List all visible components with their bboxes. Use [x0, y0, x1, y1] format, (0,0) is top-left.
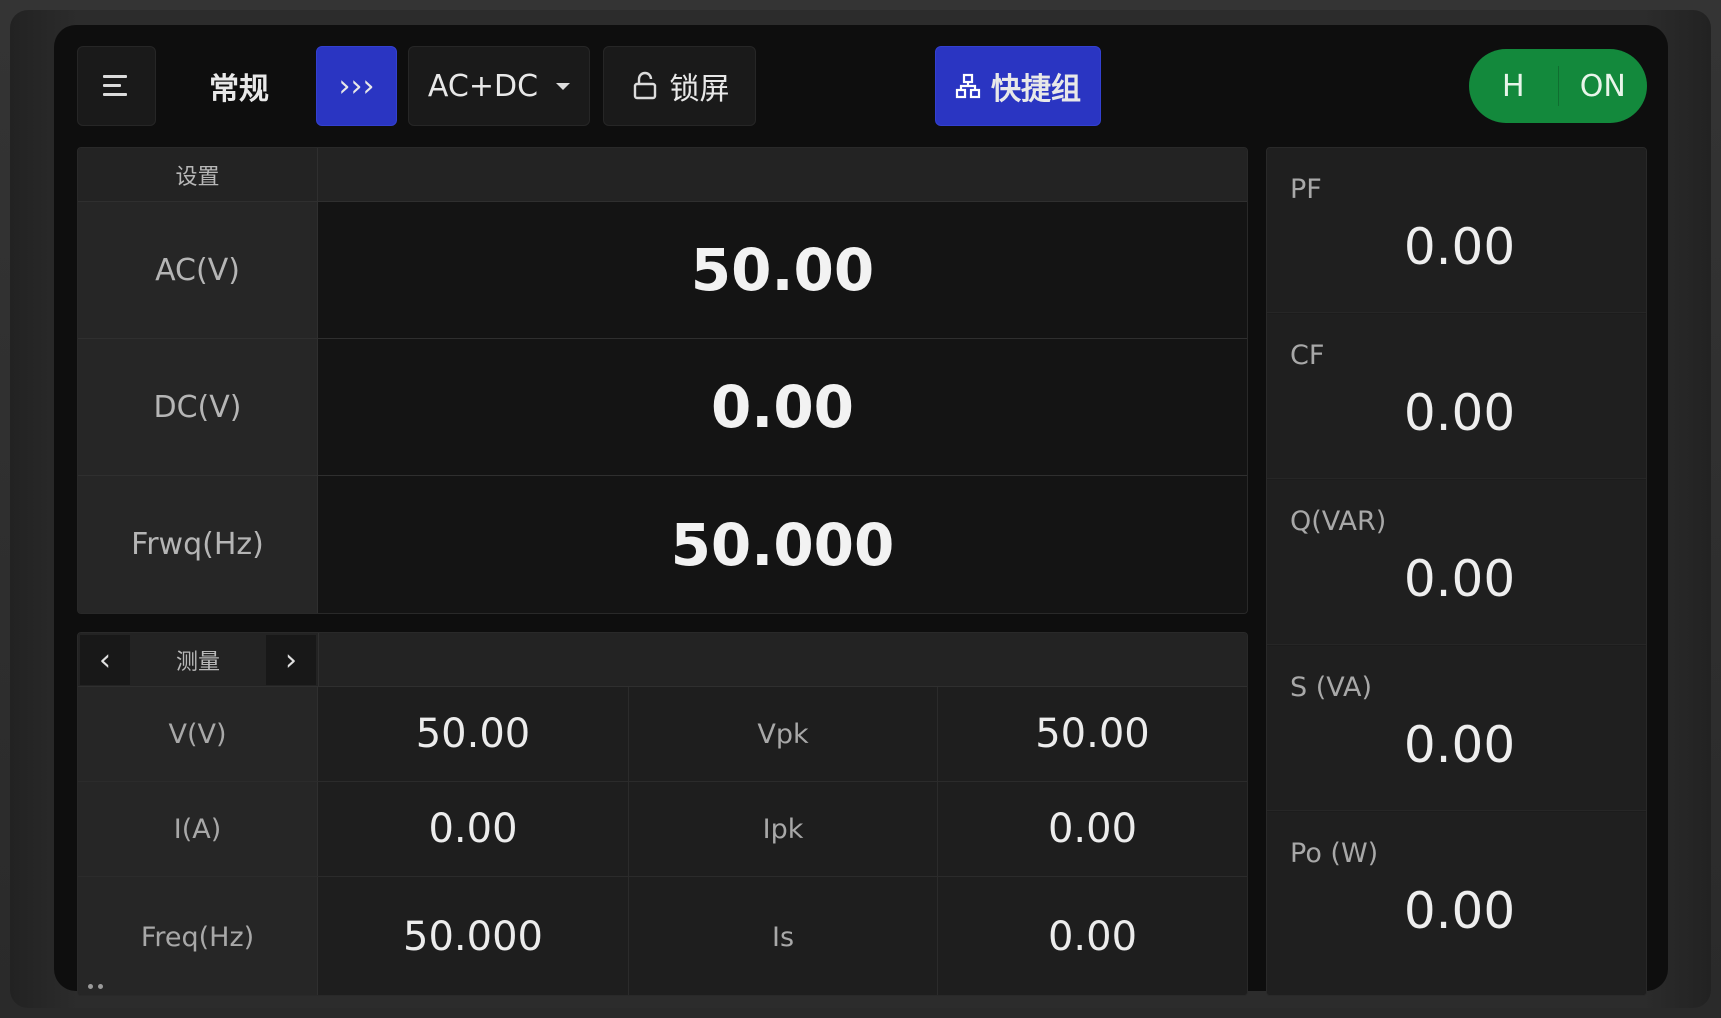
measure-value: 50.00	[318, 687, 629, 781]
measure-label: V(V)	[78, 687, 318, 781]
menu-icon	[102, 75, 131, 97]
setting-row-ac: AC(V) 50.00	[78, 202, 1247, 339]
prev-page-button[interactable]: ‹	[80, 635, 130, 685]
measurement-title: 测量	[175, 650, 220, 675]
measurement-row: Freq(Hz) 50.000 Is 0.00	[78, 877, 1247, 995]
measurement-panel: ‹ 测量 › V(V) 50.00 Vpk 50.00 I(A) 0.00 Ip…	[77, 632, 1248, 996]
dc-voltage-value[interactable]: 0.00	[318, 339, 1247, 475]
reading-label: Po (W)	[1290, 838, 1379, 869]
measure-label: Vpk	[629, 687, 938, 781]
measurement-row: I(A) 0.00 Ipk 0.00	[78, 782, 1247, 877]
lock-screen-button[interactable]: 锁屏	[603, 46, 756, 126]
caret-down-icon	[556, 82, 571, 90]
setting-row-dc: DC(V) 0.00	[78, 339, 1247, 476]
ac-voltage-value[interactable]: 50.00	[318, 202, 1247, 338]
mode-title: 常规	[209, 72, 269, 107]
reading-s: S (VA) 0.00	[1267, 646, 1646, 811]
reading-cf: CF 0.00	[1267, 314, 1646, 479]
setting-row-frequency: Frwq(Hz) 50.000	[78, 476, 1247, 613]
header-divider	[318, 633, 319, 687]
output-state: ON	[1579, 68, 1626, 104]
reading-label: S (VA)	[1290, 672, 1373, 703]
settings-panel: 设置 AC(V) 50.00 DC(V) 0.00 Frwq(Hz) 50.00…	[77, 147, 1248, 614]
triple-chevron-icon: ›››	[338, 68, 375, 104]
reading-label: CF	[1290, 340, 1325, 371]
measure-value: 0.00	[938, 877, 1247, 995]
reading-q: Q(VAR) 0.00	[1267, 480, 1646, 645]
quick-group-label: 快捷组	[991, 72, 1081, 107]
measurement-header: ‹ 测量 ›	[78, 633, 1247, 687]
unlock-icon	[633, 71, 656, 100]
output-toggle[interactable]: H ON	[1469, 49, 1647, 123]
range-indicator: H	[1501, 68, 1525, 104]
setting-label: Frwq(Hz)	[78, 476, 318, 613]
reading-value: 0.00	[1403, 218, 1516, 276]
measure-value: 0.00	[318, 782, 629, 876]
reading-label: Q(VAR)	[1290, 506, 1387, 537]
reading-po: Po (W) 0.00	[1267, 812, 1646, 995]
settings-header: 设置	[78, 148, 1247, 202]
reading-label: PF	[1290, 174, 1322, 205]
reading-value: 0.00	[1403, 716, 1516, 774]
menu-button[interactable]	[77, 46, 156, 126]
reading-value: 0.00	[1403, 384, 1516, 442]
measure-label: Freq(Hz)	[78, 877, 318, 995]
chevron-right-icon: ›	[285, 642, 297, 678]
frequency-value[interactable]: 50.000	[318, 476, 1247, 613]
next-page-button[interactable]: ›	[266, 635, 316, 685]
reading-pf: PF 0.00	[1267, 148, 1646, 313]
hierarchy-icon	[955, 73, 981, 99]
measure-value: 50.00	[938, 687, 1247, 781]
lock-screen-label: 锁屏	[669, 72, 730, 107]
reading-value: 0.00	[1403, 882, 1516, 940]
coupling-value: AC+DC	[427, 68, 539, 104]
reading-value: 0.00	[1403, 550, 1516, 608]
setting-label: AC(V)	[78, 202, 318, 338]
page-indicator	[88, 984, 103, 989]
power-readings-panel: PF 0.00 CF 0.00 Q(VAR) 0.00 S (VA) 0.00 …	[1266, 147, 1647, 996]
coupling-dropdown[interactable]: AC+DC	[408, 46, 590, 126]
device-screen: 常规 ››› AC+DC 锁屏 快捷组 H ON 设置 AC(V) 50.00 …	[54, 25, 1668, 996]
measure-value: 0.00	[938, 782, 1247, 876]
measure-value: 50.000	[318, 877, 629, 995]
quick-group-button[interactable]: 快捷组	[935, 46, 1101, 126]
measurement-row: V(V) 50.00 Vpk 50.00	[78, 687, 1247, 782]
measure-label: Ipk	[629, 782, 938, 876]
settings-title: 设置	[78, 148, 318, 202]
measure-label: Is	[629, 877, 938, 995]
chevron-left-icon: ‹	[99, 642, 111, 678]
measure-label: I(A)	[78, 782, 318, 876]
expand-button[interactable]: ›››	[316, 46, 397, 126]
setting-label: DC(V)	[78, 339, 318, 475]
